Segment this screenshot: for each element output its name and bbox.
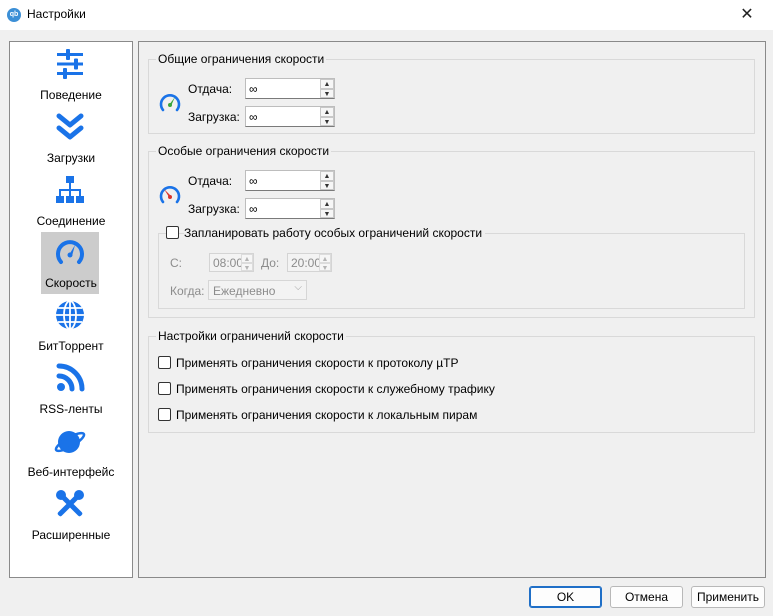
alt-download-spinbox[interactable]: ∞ ▲ ▼ — [245, 198, 335, 219]
spin-down-button[interactable]: ▼ — [319, 262, 331, 272]
spin-up-button[interactable]: ▲ — [320, 199, 334, 209]
global-download-spinbox[interactable]: ∞ ▲ ▼ — [245, 106, 335, 127]
spinbox-value: ∞ — [249, 110, 258, 124]
spin-down-button[interactable]: ▼ — [320, 208, 334, 218]
spin-up-button[interactable]: ▲ — [320, 79, 334, 89]
to-time-spinbox[interactable]: 20:00 ▲ ▼ — [287, 253, 332, 272]
rss-icon — [56, 363, 85, 392]
close-button[interactable]: ✕ — [736, 4, 758, 26]
sidebar-item-behavior[interactable]: Поведение — [10, 44, 132, 107]
sidebar-item-label: RSS-ленты — [39, 402, 103, 416]
to-label: До: — [261, 256, 280, 270]
spin-down-button[interactable]: ▼ — [320, 180, 334, 190]
overhead-limit-checkbox[interactable] — [158, 382, 171, 395]
alt-limits-title: Особые ограничения скорости — [156, 144, 332, 158]
tools-icon — [56, 490, 84, 517]
lan-limit-checkbox[interactable] — [158, 408, 171, 421]
sidebar-item-bittorrent[interactable]: БитТоррент — [10, 295, 132, 358]
sidebar-item-advanced[interactable]: Расширенные — [10, 484, 132, 547]
upload-label: Отдача: — [188, 174, 233, 188]
schedule-days-select[interactable]: Ежедневно ⌵ — [208, 280, 307, 300]
spin-down-button[interactable]: ▼ — [241, 262, 253, 272]
utp-limit-checkbox[interactable] — [158, 356, 171, 369]
spinbox-value: ∞ — [249, 82, 258, 96]
planet-icon — [54, 431, 86, 453]
cancel-button[interactable]: Отмена — [610, 586, 683, 608]
speedometer-icon — [56, 240, 84, 264]
sidebar-item-label: Поведение — [40, 88, 102, 102]
download-label: Загрузка: — [188, 202, 240, 216]
spin-down-button[interactable]: ▼ — [320, 116, 334, 126]
when-label: Когда: — [170, 284, 205, 298]
select-value: Ежедневно — [213, 284, 276, 298]
sidebar-item-webui[interactable]: Веб-интерфейс — [10, 421, 132, 484]
sliders-icon — [57, 49, 83, 79]
sidebar-item-label: Скорость — [45, 276, 97, 290]
apply-button[interactable]: Применить — [691, 586, 765, 608]
sidebar-item-connection[interactable]: Соединение — [10, 170, 132, 233]
download-label: Загрузка: — [188, 110, 240, 124]
double-chevron-down-icon — [56, 113, 84, 140]
sidebar-item-label: БитТоррент — [38, 339, 104, 353]
app-icon: qb — [7, 8, 21, 22]
globe-icon — [56, 300, 84, 330]
global-upload-spinbox[interactable]: ∞ ▲ ▼ — [245, 78, 335, 99]
spin-up-button[interactable]: ▲ — [320, 171, 334, 181]
global-limits-title: Общие ограничения скорости — [156, 52, 327, 66]
sidebar-item-label: Расширенные — [31, 528, 111, 542]
window-title: Настройки — [27, 7, 86, 21]
spin-up-button[interactable]: ▲ — [241, 254, 253, 263]
ok-button[interactable]: OK — [529, 586, 602, 608]
spin-up-button[interactable]: ▲ — [320, 107, 334, 117]
spin-up-button[interactable]: ▲ — [319, 254, 331, 263]
settings-content-panel: Общие ограничения скорости Отдача: ∞ ▲ ▼ … — [138, 41, 766, 578]
spin-down-button[interactable]: ▼ — [320, 88, 334, 98]
limit-settings-title: Настройки ограничений скорости — [156, 329, 346, 343]
spinbox-value: ∞ — [249, 174, 258, 188]
chevron-down-icon: ⌵ — [294, 282, 302, 293]
sidebar-item-label: Веб-интерфейс — [27, 465, 115, 479]
upload-label: Отдача: — [188, 82, 233, 96]
sidebar-item-label: Загрузки — [46, 151, 96, 165]
sidebar-item-rss[interactable]: RSS-ленты — [10, 358, 132, 421]
spinbox-value: ∞ — [249, 202, 258, 216]
overhead-limit-label[interactable]: Применять ограничения скорости к служебн… — [176, 382, 495, 396]
lan-limit-label[interactable]: Применять ограничения скорости к локальн… — [176, 408, 477, 422]
sidebar-item-speed[interactable]: Скорость — [10, 232, 132, 295]
settings-sidebar: Поведение Загрузки Соединение Скорость Б… — [9, 41, 133, 578]
schedule-checkbox-label[interactable]: Запланировать работу особых ограничений … — [184, 226, 486, 240]
utp-limit-label[interactable]: Применять ограничения скорости к протоко… — [176, 356, 458, 370]
spinbox-value: 08:00 — [213, 256, 244, 270]
speedometer-red-icon — [159, 186, 181, 204]
sidebar-item-label: Соединение — [36, 214, 106, 228]
spinbox-value: 20:00 — [291, 256, 322, 270]
sidebar-item-downloads[interactable]: Загрузки — [10, 107, 132, 170]
from-time-spinbox[interactable]: 08:00 ▲ ▼ — [209, 253, 254, 272]
speedometer-green-icon — [159, 94, 181, 112]
schedule-checkbox[interactable] — [166, 226, 179, 239]
network-icon — [56, 176, 84, 203]
title-bar: qb Настройки ✕ — [0, 0, 773, 30]
alt-upload-spinbox[interactable]: ∞ ▲ ▼ — [245, 170, 335, 191]
from-label: С: — [170, 256, 182, 270]
